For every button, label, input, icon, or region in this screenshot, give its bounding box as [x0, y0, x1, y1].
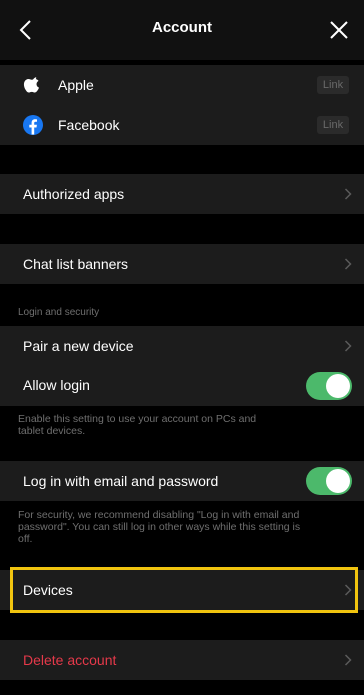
chevron-right-icon — [344, 654, 352, 666]
description-line: password". You can still log in other wa… — [18, 521, 301, 533]
devices-row[interactable]: Devices — [0, 570, 364, 610]
section-header-login-security: Login and security — [18, 307, 100, 318]
pair-device-row[interactable]: Pair a new device — [0, 326, 364, 366]
page-title: Account — [152, 19, 212, 36]
chat-list-banners-label: Chat list banners — [23, 256, 129, 272]
navigation-bar: Account — [0, 0, 364, 60]
apple-icon — [23, 77, 40, 93]
authorized-apps-label: Authorized apps — [23, 186, 125, 202]
allow-login-row: Allow login — [0, 366, 364, 406]
devices-label: Devices — [23, 582, 73, 598]
authorized-apps-row[interactable]: Authorized apps — [0, 174, 364, 214]
chevron-right-icon — [344, 584, 352, 596]
chevron-right-icon — [344, 188, 352, 200]
pair-device-label: Pair a new device — [23, 338, 134, 354]
description-line: tablet devices. — [18, 425, 86, 437]
chat-list-banners-row[interactable]: Chat list banners — [0, 244, 364, 284]
allow-login-label: Allow login — [23, 377, 90, 393]
description-line: For security, we recommend disabling "Lo… — [18, 509, 300, 521]
email-login-row: Log in with email and password — [0, 461, 364, 501]
apple-link-button[interactable]: Link — [317, 76, 349, 94]
delete-account-row[interactable]: Delete account — [0, 640, 364, 680]
allow-login-description: Enable this setting to use your account … — [18, 413, 348, 437]
apple-label: Apple — [58, 77, 94, 93]
facebook-link-row[interactable]: Facebook Link — [0, 105, 364, 145]
delete-account-label: Delete account — [23, 652, 117, 668]
toggle-knob — [326, 469, 350, 493]
chevron-right-icon — [344, 340, 352, 352]
allow-login-toggle[interactable] — [306, 372, 352, 400]
email-login-description: For security, we recommend disabling "Lo… — [18, 509, 348, 545]
facebook-label: Facebook — [58, 117, 120, 133]
toggle-knob — [326, 374, 350, 398]
email-login-label: Log in with email and password — [23, 473, 219, 489]
facebook-icon — [23, 115, 43, 135]
apple-link-row[interactable]: Apple Link — [0, 65, 364, 105]
email-login-toggle[interactable] — [306, 467, 352, 495]
close-icon[interactable] — [328, 19, 350, 41]
chevron-right-icon — [344, 258, 352, 270]
facebook-link-button[interactable]: Link — [317, 116, 349, 134]
description-line: Enable this setting to use your account … — [18, 413, 257, 425]
description-line: off. — [18, 533, 33, 545]
